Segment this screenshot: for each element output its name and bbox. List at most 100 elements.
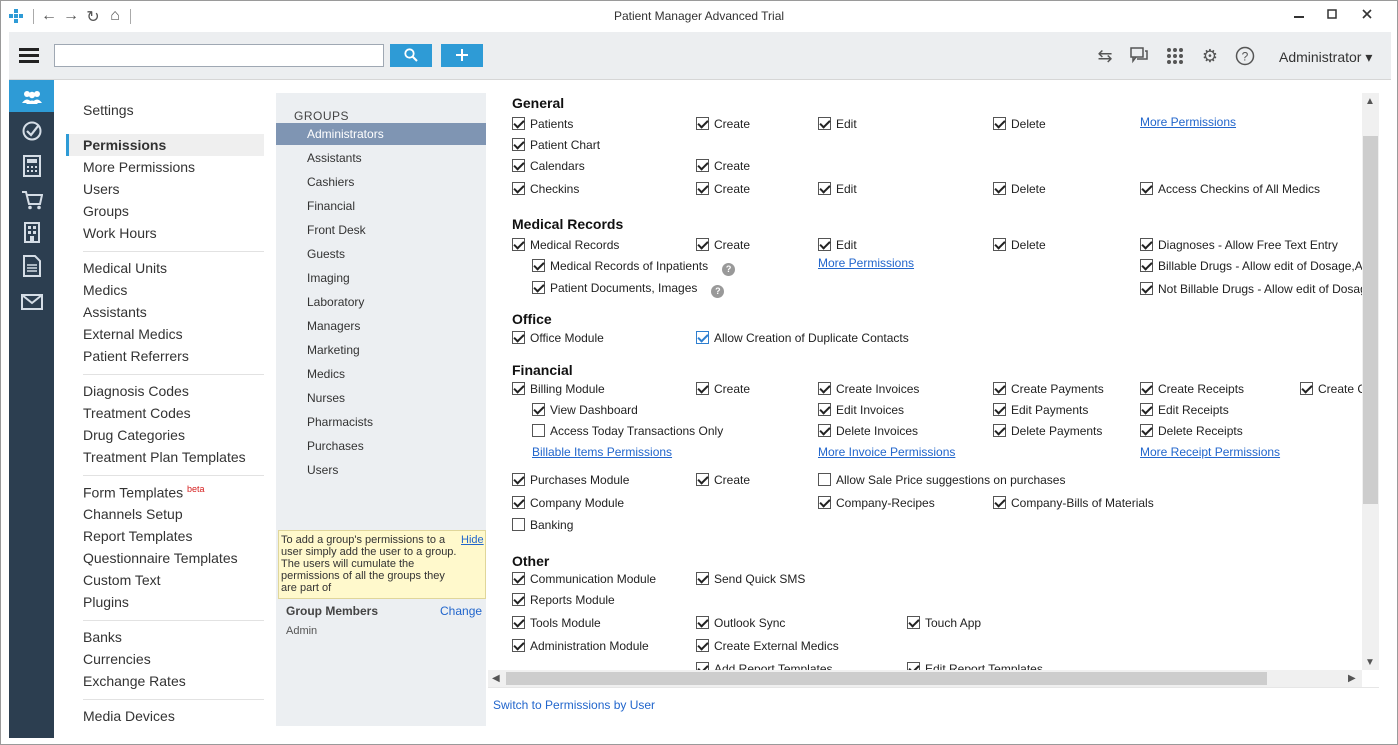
scroll-up-icon[interactable]: ▲ <box>1365 96 1375 107</box>
maximize-button[interactable] <box>1317 8 1347 26</box>
nav-external-medics[interactable]: External Medics <box>83 326 183 342</box>
perm-administration-module[interactable]: Administration Module <box>512 639 649 653</box>
perm-diagnoses-free-text[interactable]: Diagnoses - Allow Free Text Entry <box>1140 238 1338 252</box>
perm-mr-delete[interactable]: Delete <box>993 238 1046 252</box>
perm-patients-edit[interactable]: Edit <box>818 117 857 131</box>
chat-icon[interactable] <box>1127 44 1153 68</box>
group-item[interactable]: Pharmacists <box>276 411 486 433</box>
perm-calendars[interactable]: Calendars <box>512 159 585 173</box>
perm-office-module[interactable]: Office Module <box>512 331 604 345</box>
perm-patients[interactable]: Patients <box>512 117 573 131</box>
perm-create-receipts[interactable]: Create Receipts <box>1140 382 1244 396</box>
perm-allow-sale-price[interactable]: Allow Sale Price suggestions on purchase… <box>818 473 1065 487</box>
mr-more-permissions-link[interactable]: More Permissions <box>818 256 914 270</box>
help-icon[interactable]: ? <box>722 263 736 276</box>
group-item[interactable]: Cashiers <box>276 171 486 193</box>
perm-delete-receipts[interactable]: Delete Receipts <box>1140 424 1243 438</box>
perm-banking[interactable]: Banking <box>512 518 573 532</box>
group-item[interactable]: Imaging <box>276 267 486 289</box>
nav-groups[interactable]: Groups <box>83 203 129 219</box>
perm-company-recipes[interactable]: Company-Recipes <box>818 496 935 510</box>
group-item[interactable]: Users <box>276 459 486 481</box>
perm-checkins-create[interactable]: Create <box>696 182 750 196</box>
group-item[interactable]: Financial <box>276 195 486 217</box>
perm-create-c[interactable]: Create C <box>1300 382 1362 396</box>
vertical-scroll-thumb[interactable] <box>1363 136 1378 504</box>
perm-company-bills[interactable]: Company-Bills of Materials <box>993 496 1154 510</box>
nav-channels-setup[interactable]: Channels Setup <box>83 506 183 522</box>
nav-treatment-codes[interactable]: Treatment Codes <box>83 405 191 421</box>
mail-icon[interactable] <box>9 285 54 317</box>
nav-exchange-rates[interactable]: Exchange Rates <box>83 673 186 689</box>
nav-work-hours[interactable]: Work Hours <box>83 225 157 241</box>
nav-custom-text[interactable]: Custom Text <box>83 572 161 588</box>
nav-medical-units[interactable]: Medical Units <box>83 260 167 276</box>
perm-patient-chart[interactable]: Patient Chart <box>512 138 600 152</box>
hide-hint-link[interactable]: Hide <box>461 534 484 546</box>
document-icon[interactable] <box>9 250 54 282</box>
scroll-right-icon[interactable]: ▶ <box>1348 673 1356 684</box>
users-icon[interactable] <box>9 80 54 112</box>
nav-report-templates[interactable]: Report Templates <box>83 528 192 544</box>
perm-communication-module[interactable]: Communication Module <box>512 572 656 586</box>
perm-allow-duplicate-contacts[interactable]: Allow Creation of Duplicate Contacts <box>696 331 909 345</box>
perm-billing-create[interactable]: Create <box>696 382 750 396</box>
perm-patient-documents[interactable]: Patient Documents, Images? <box>532 281 725 298</box>
horizontal-scroll-thumb[interactable] <box>506 672 1267 685</box>
perm-calendars-create[interactable]: Create <box>696 159 750 173</box>
perm-mr-edit[interactable]: Edit <box>818 238 857 252</box>
perm-medical-records[interactable]: Medical Records <box>512 238 619 252</box>
perm-mr-create[interactable]: Create <box>696 238 750 252</box>
perm-reports-module[interactable]: Reports Module <box>512 593 615 607</box>
group-item[interactable]: Medics <box>276 363 486 385</box>
nav-users[interactable]: Users <box>83 181 120 197</box>
perm-access-today-transactions[interactable]: Access Today Transactions Only <box>532 424 723 438</box>
nav-drug-categories[interactable]: Drug Categories <box>83 427 185 443</box>
more-invoice-permissions-link[interactable]: More Invoice Permissions <box>818 445 955 459</box>
nav-assistants[interactable]: Assistants <box>83 304 147 320</box>
billable-items-permissions-link[interactable]: Billable Items Permissions <box>532 445 672 459</box>
perm-billing-module[interactable]: Billing Module <box>512 382 605 396</box>
perm-touch-app[interactable]: Touch App <box>907 616 981 630</box>
perm-edit-payments[interactable]: Edit Payments <box>993 403 1088 417</box>
nav-more-permissions[interactable]: More Permissions <box>83 159 195 175</box>
nav-treatment-plan-templates[interactable]: Treatment Plan Templates <box>83 449 246 465</box>
perm-mr-inpatients[interactable]: Medical Records of Inpatients? <box>532 259 736 276</box>
nav-patient-referrers[interactable]: Patient Referrers <box>83 348 189 364</box>
perm-purchases-create[interactable]: Create <box>696 473 750 487</box>
nav-diagnosis-codes[interactable]: Diagnosis Codes <box>83 383 189 399</box>
group-item[interactable]: Laboratory <box>276 291 486 313</box>
group-item[interactable]: Assistants <box>276 147 486 169</box>
perm-create-external-medics[interactable]: Create External Medics <box>696 639 839 653</box>
perm-send-quick-sms[interactable]: Send Quick SMS <box>696 572 805 586</box>
nav-permissions[interactable]: Permissions <box>66 134 264 156</box>
nav-banks[interactable]: Banks <box>83 629 122 645</box>
nav-medics[interactable]: Medics <box>83 282 127 298</box>
transfer-icon[interactable]: ⇆ <box>1092 44 1118 68</box>
more-permissions-link[interactable]: More Permissions <box>1140 115 1236 129</box>
perm-company-module[interactable]: Company Module <box>512 496 624 510</box>
help-icon[interactable]: ? <box>711 285 725 298</box>
perm-checkins-delete[interactable]: Delete <box>993 182 1046 196</box>
perm-access-checkins[interactable]: Access Checkins of All Medics <box>1140 182 1320 196</box>
menu-hamburger-icon[interactable] <box>19 48 39 64</box>
more-receipt-permissions-link[interactable]: More Receipt Permissions <box>1140 445 1280 459</box>
perm-checkins-edit[interactable]: Edit <box>818 182 857 196</box>
perm-outlook-sync[interactable]: Outlook Sync <box>696 616 785 630</box>
perm-checkins[interactable]: Checkins <box>512 182 579 196</box>
nav-media-devices[interactable]: Media Devices <box>83 708 175 724</box>
group-item[interactable]: Nurses <box>276 387 486 409</box>
nav-settings[interactable]: Settings <box>83 102 134 118</box>
nav-currencies[interactable]: Currencies <box>83 651 151 667</box>
check-circle-icon[interactable] <box>9 115 54 147</box>
search-button[interactable] <box>390 44 432 67</box>
minimize-button[interactable] <box>1284 8 1314 26</box>
add-button[interactable] <box>441 44 483 67</box>
scroll-down-icon[interactable]: ▼ <box>1365 657 1375 668</box>
perm-purchases-module[interactable]: Purchases Module <box>512 473 629 487</box>
perm-view-dashboard[interactable]: View Dashboard <box>532 403 638 417</box>
apps-grid-icon[interactable] <box>1162 44 1188 68</box>
building-icon[interactable] <box>9 216 54 248</box>
perm-edit-invoices[interactable]: Edit Invoices <box>818 403 904 417</box>
scroll-left-icon[interactable]: ◀ <box>492 673 500 684</box>
